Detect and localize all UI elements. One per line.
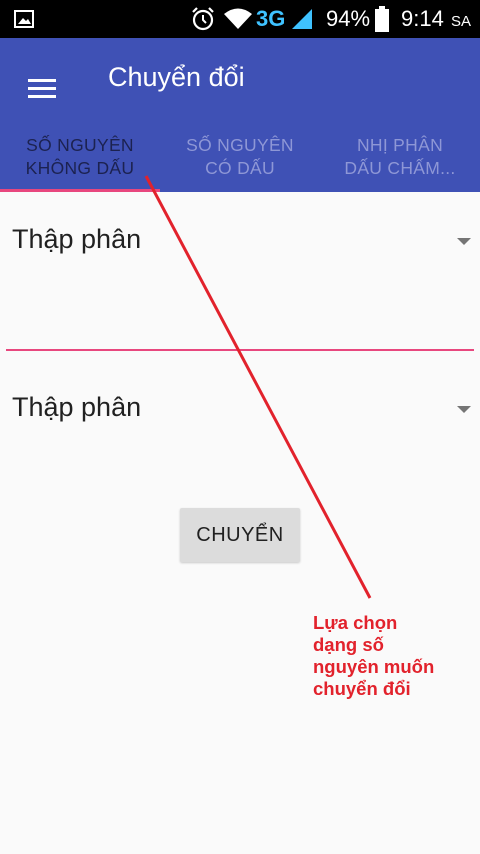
annotation-line: chuyển đổi — [313, 678, 411, 699]
annotation-line: nguyên muốn — [313, 656, 435, 677]
annotation-line: Lựa chọn — [313, 612, 398, 633]
annotation-line: dạng số — [313, 634, 384, 655]
annotation-text: Lựa chọn dạng số nguyên muốn chuyển đổi — [313, 612, 473, 700]
annotation-arrow-line — [144, 175, 372, 599]
